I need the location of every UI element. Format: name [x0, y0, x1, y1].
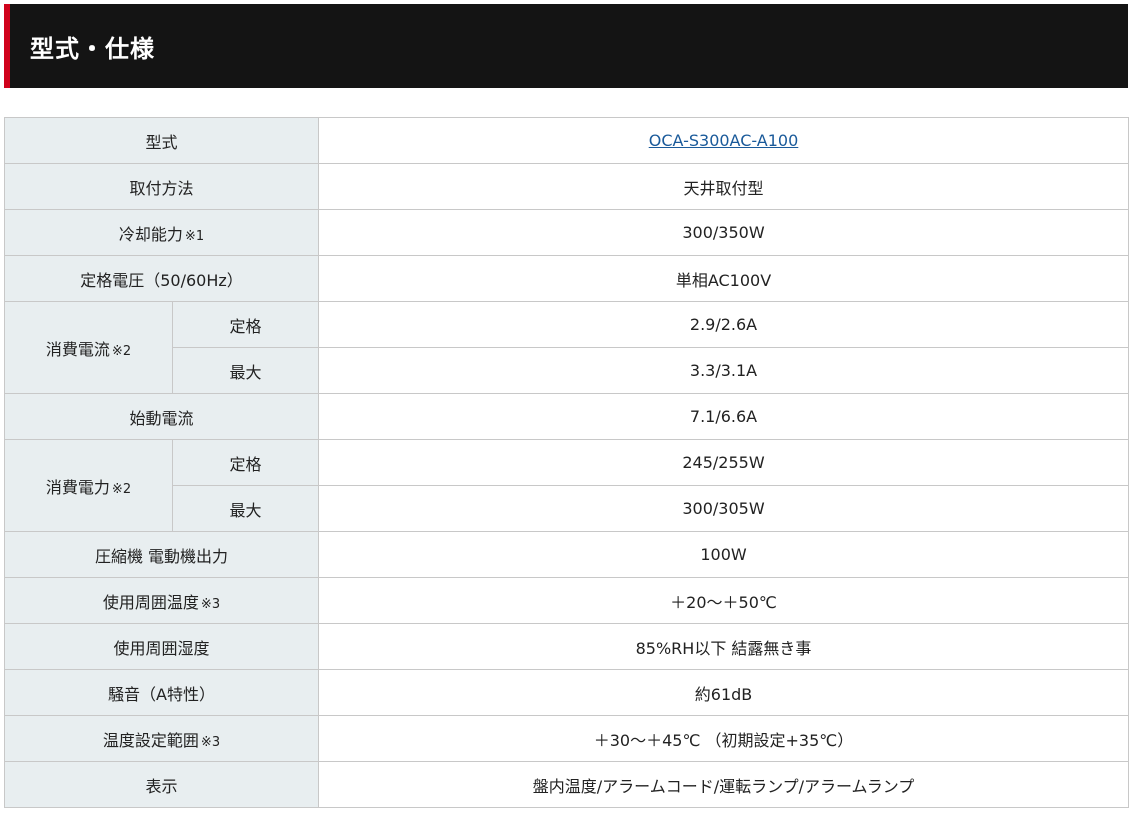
spec-label-mount: 取付方法 [3, 163, 320, 210]
spec-value-mount: 天井取付型 [318, 163, 1130, 210]
table-row-start-current: 始動電流 7.1/6.6A [3, 393, 1130, 440]
spec-value-power-max: 300/305W [318, 485, 1130, 532]
section-title: 型式・仕様 [30, 34, 155, 63]
table-row-ambient-temp: 使用周囲温度 ※3 ＋20～＋50℃ [3, 577, 1130, 624]
note-mark: ※2 [111, 343, 132, 359]
note-mark: ※1 [184, 228, 205, 244]
spec-sublabel-power-max: 最大 [171, 485, 320, 532]
model-link[interactable]: OCA-S300AC-A100 [649, 131, 799, 150]
spec-sublabel-current-rated: 定格 [171, 301, 320, 348]
spec-value-display: 盤内温度/アラームコード/運転ランプ/アラームランプ [318, 761, 1130, 808]
spec-sublabel-power-rated: 定格 [171, 439, 320, 486]
section-header: 型式・仕様 [4, 4, 1128, 88]
spec-sublabel-current-max: 最大 [171, 347, 320, 394]
spec-label-noise: 騒音（A特性） [3, 669, 320, 716]
table-row-cooling: 冷却能力 ※1 300/350W [3, 209, 1130, 256]
spec-label-display: 表示 [3, 761, 320, 808]
spec-label-temp-setting: 温度設定範囲 ※3 [3, 715, 320, 762]
spec-value-ambient-humidity: 85%RH以下 結露無き事 [318, 623, 1130, 670]
spec-label-model: 型式 [3, 117, 320, 164]
note-mark: ※2 [111, 481, 132, 497]
spec-label-ambient-humidity: 使用周囲湿度 [3, 623, 320, 670]
spec-value-power-rated: 245/255W [318, 439, 1130, 486]
table-row-current-max: 最大 3.3/3.1A [5, 347, 1130, 394]
spec-value-cooling: 300/350W [318, 209, 1130, 256]
note-mark: ※3 [200, 734, 221, 750]
spec-label-voltage: 定格電圧（50/60Hz） [3, 255, 320, 302]
spec-label-ambient-temp: 使用周囲温度 ※3 [3, 577, 320, 624]
spec-label-ambient-temp-text: 使用周囲温度 [102, 592, 199, 612]
spec-label-cooling-text: 冷却能力 [118, 224, 183, 244]
spec-label-power: 消費電力 ※2 [4, 439, 173, 532]
spec-label-compressor: 圧縮機 電動機出力 [3, 531, 320, 578]
table-row-voltage: 定格電圧（50/60Hz） 単相AC100V [3, 255, 1130, 302]
spec-label-cooling: 冷却能力 ※1 [3, 209, 320, 256]
spec-value-noise: 約61dB [318, 669, 1130, 716]
table-row-display: 表示 盤内温度/アラームコード/運転ランプ/アラームランプ [3, 761, 1130, 808]
spec-value-voltage: 単相AC100V [318, 255, 1130, 302]
spec-value-current-max: 3.3/3.1A [318, 347, 1130, 394]
spec-value-ambient-temp: ＋20～＋50℃ [318, 577, 1130, 624]
table-row-current-rated: 消費電流 ※2 定格 2.9/2.6A [4, 301, 1130, 394]
spec-table: 型式 OCA-S300AC-A100 取付方法 天井取付型 冷却能力 ※1 300… [3, 117, 1130, 808]
spec-value-compressor: 100W [318, 531, 1130, 578]
spec-value-start-current: 7.1/6.6A [318, 393, 1130, 440]
spec-label-temp-setting-text: 温度設定範囲 [102, 730, 199, 750]
spec-value-current-rated: 2.9/2.6A [318, 301, 1130, 348]
spec-label-power-text: 消費電力 [45, 477, 110, 497]
spec-label-current-text: 消費電流 [45, 339, 110, 359]
spec-value-model: OCA-S300AC-A100 [318, 117, 1130, 164]
table-row-model: 型式 OCA-S300AC-A100 [3, 117, 1130, 164]
spec-label-current: 消費電流 ※2 [4, 301, 173, 394]
spec-label-start-current: 始動電流 [3, 393, 320, 440]
spec-value-temp-setting: ＋30～＋45℃ （初期設定+35℃） [318, 715, 1130, 762]
table-row-ambient-humidity: 使用周囲湿度 85%RH以下 結露無き事 [3, 623, 1130, 670]
table-row-power-max: 最大 300/305W [5, 485, 1130, 532]
table-row-compressor: 圧縮機 電動機出力 100W [3, 531, 1130, 578]
table-row-power-rated: 消費電力 ※2 定格 245/255W [4, 439, 1130, 532]
table-row-mount: 取付方法 天井取付型 [3, 163, 1130, 210]
table-row-temp-setting: 温度設定範囲 ※3 ＋30～＋45℃ （初期設定+35℃） [3, 715, 1130, 762]
table-row-noise: 騒音（A特性） 約61dB [3, 669, 1130, 716]
note-mark: ※3 [200, 596, 221, 612]
